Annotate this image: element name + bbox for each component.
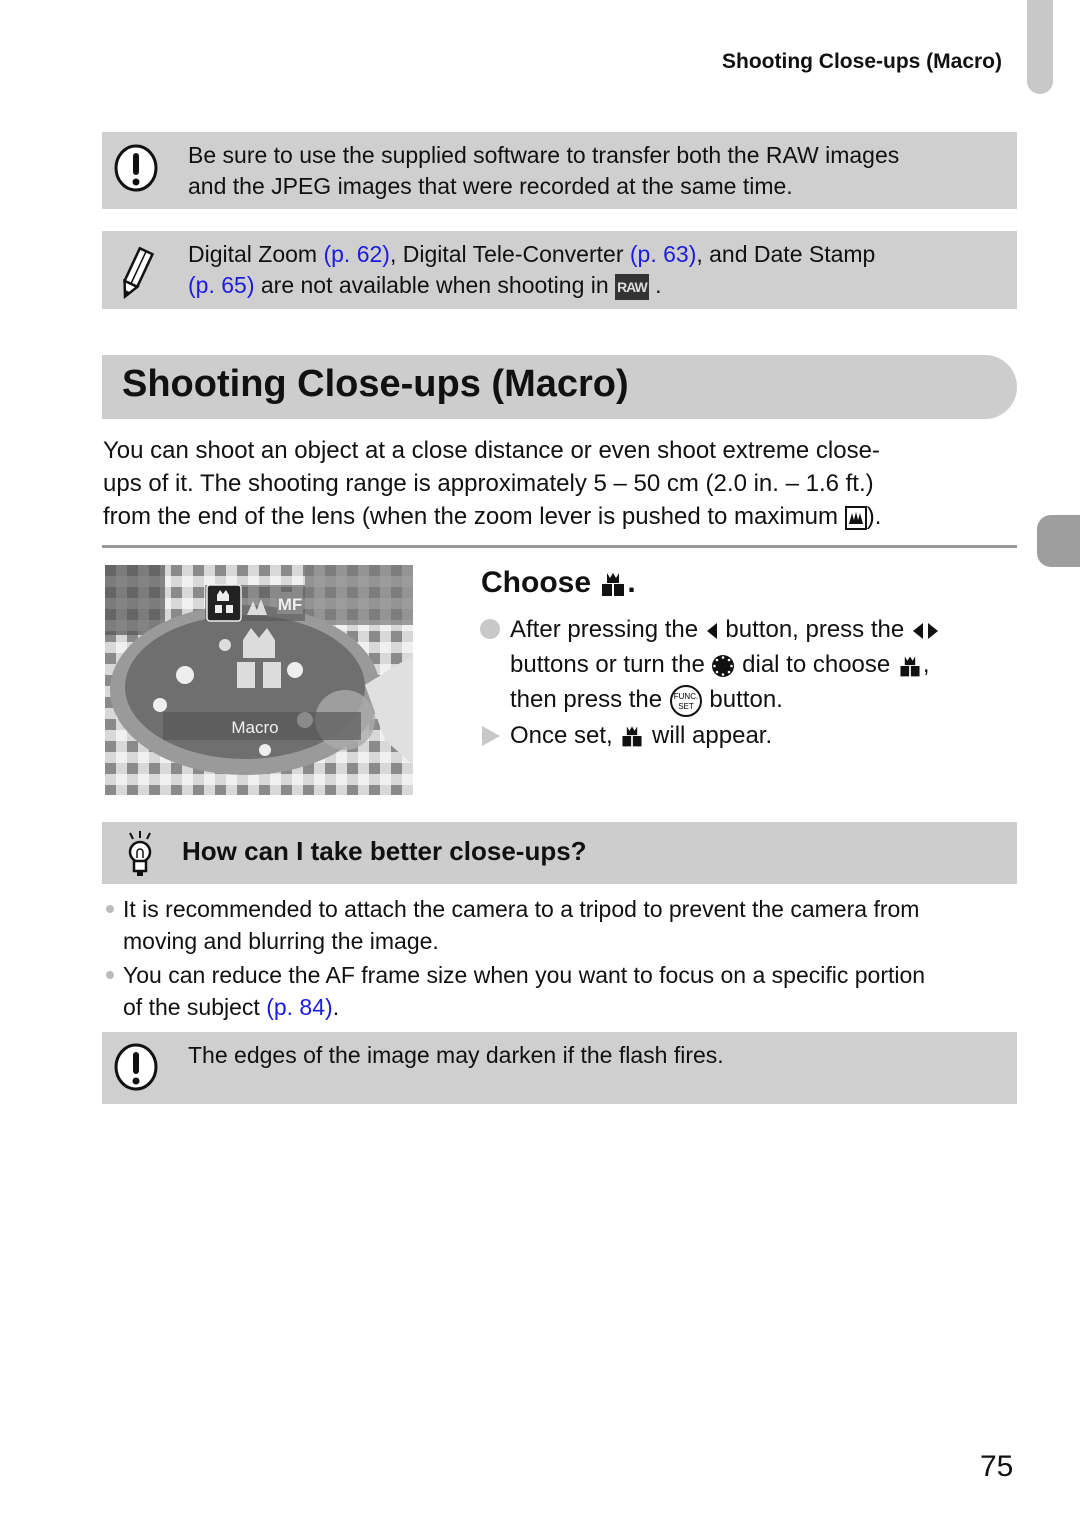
raw-icon: RAW xyxy=(615,273,649,300)
control-dial-icon xyxy=(712,654,735,677)
tip-item: It is recommended to attach the camera t… xyxy=(103,893,1023,957)
page-link-84[interactable]: (p. 84) xyxy=(266,994,332,1020)
instruction-text: button. xyxy=(702,686,783,713)
running-head: Shooting Close-ups (Macro) xyxy=(722,50,1002,73)
note-text: are not available when shooting in xyxy=(254,272,616,298)
macro-icon xyxy=(900,656,920,677)
result-item: Once set, will appear. xyxy=(480,718,1020,753)
intro-line: You can shoot an object at a close dista… xyxy=(103,437,880,464)
left-arrow-icon xyxy=(706,622,717,639)
instruction-text: , xyxy=(922,651,930,678)
pencil-icon xyxy=(122,246,155,300)
instruction-text: dial to choose xyxy=(735,651,897,678)
svg-text:FUNC.: FUNC. xyxy=(674,692,698,701)
section-title-bar: Shooting Close-ups (Macro) xyxy=(102,355,1017,419)
instruction-text: Once set, xyxy=(510,721,620,749)
chapter-tab-top xyxy=(1027,0,1053,94)
bullet-triangle-icon xyxy=(482,725,500,746)
camera-screen-photo: MF Macro xyxy=(105,565,413,795)
caution-note-flash: The edges of the image may darken if the… xyxy=(102,1032,1017,1104)
note-text: , Digital Tele-Converter xyxy=(389,241,630,267)
tip-text: You can reduce the AF frame size when yo… xyxy=(123,962,926,988)
svg-text:SET: SET xyxy=(678,702,694,711)
section-title: Shooting Close-ups (Macro) xyxy=(122,363,629,405)
instruction-text: After pressing the xyxy=(510,616,705,643)
page-link-62[interactable]: (p. 62) xyxy=(323,241,389,267)
macro-caption: Macro xyxy=(231,718,278,737)
instruction-text: button, press the xyxy=(718,616,911,643)
tip-title: How can I take better close-ups? xyxy=(182,836,587,866)
intro-line: ). xyxy=(866,503,882,530)
left-right-arrow-icon xyxy=(912,622,938,639)
note-text: Digital Zoom xyxy=(188,241,324,267)
tip-header: How can I take better close-ups? xyxy=(102,822,1017,884)
page-link-65[interactable]: (p. 65) xyxy=(188,272,254,298)
tip-text: of the subject xyxy=(123,994,267,1020)
intro-paragraph: You can shoot an object at a close dista… xyxy=(103,434,1023,533)
step-title-text: Choose xyxy=(481,566,600,599)
note-line: Be sure to use the supplied software to … xyxy=(188,142,900,168)
divider xyxy=(102,545,1017,548)
note-text: . xyxy=(648,272,662,298)
chapter-tab-side xyxy=(1037,515,1080,567)
tip-text: . xyxy=(332,994,340,1020)
tip-item: You can reduce the AF frame size when yo… xyxy=(103,959,1023,1023)
caution-note-raw: Be sure to use the supplied software to … xyxy=(102,132,1017,209)
macro-icon xyxy=(622,726,642,747)
intro-line: from the end of the lens (when the zoom … xyxy=(103,503,845,530)
bullet-icon xyxy=(106,905,114,913)
step-title-text: . xyxy=(627,566,636,599)
caution-icon xyxy=(114,144,158,192)
macro-mode-icon-selected xyxy=(206,584,242,622)
page-link-63[interactable]: (p. 63) xyxy=(630,241,696,267)
page-number: 75 xyxy=(980,1450,1014,1483)
step-title: Choose . xyxy=(481,566,636,600)
bullet-icon xyxy=(106,971,114,979)
tip-list: It is recommended to attach the camera t… xyxy=(103,893,1023,1025)
step-instructions: After pressing the button, press the but… xyxy=(480,612,1020,753)
intro-line: ups of it. The shooting range is approxi… xyxy=(103,470,874,497)
tip-text: moving and blurring the image. xyxy=(123,928,439,954)
bullet-circle-icon xyxy=(480,619,500,639)
caution-icon xyxy=(114,1043,158,1091)
instruction-text: then press the xyxy=(510,686,669,713)
tip-text: It is recommended to attach the camera t… xyxy=(123,896,920,922)
lightbulb-icon xyxy=(128,831,152,876)
mf-mode-icon: MF xyxy=(278,595,303,614)
macro-icon xyxy=(602,573,625,597)
func-set-button-icon: FUNC.SET xyxy=(669,684,702,717)
instruction-text: buttons or turn the xyxy=(510,651,712,678)
note-line: The edges of the image may darken if the… xyxy=(188,1042,724,1068)
note-line: and the JPEG images that were recorded a… xyxy=(188,173,793,199)
memo-note: Digital Zoom (p. 62), Digital Tele-Conve… xyxy=(102,231,1017,309)
note-text: , and Date Stamp xyxy=(696,241,876,267)
instruction-item: After pressing the button, press the but… xyxy=(480,612,1020,718)
instruction-text: will appear. xyxy=(645,721,773,749)
telephoto-icon xyxy=(844,505,867,530)
